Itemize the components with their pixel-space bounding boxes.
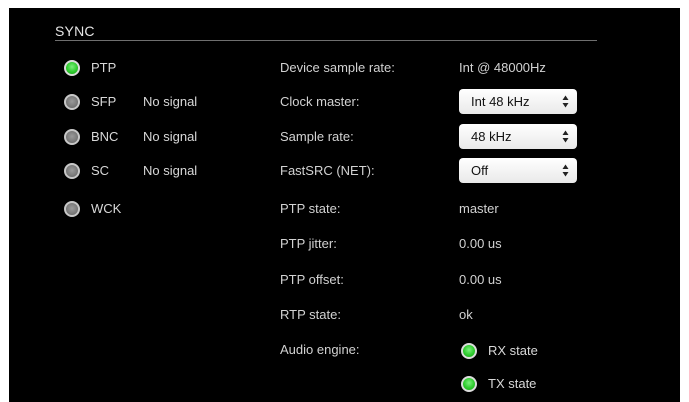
sample-rate-label: Sample rate: (280, 129, 354, 144)
fastsrc-select[interactable]: Off (459, 158, 577, 183)
device-sample-rate-value: Int @ 48000Hz (459, 60, 546, 75)
ptp-jitter-label: PTP jitter: (280, 236, 337, 251)
source-sfp-status: No signal (143, 94, 198, 109)
rx-state-indicator-icon (461, 343, 477, 359)
sample-rate-select-value: 48 kHz (471, 129, 512, 144)
source-sc-status: No signal (143, 163, 198, 178)
ptp-offset-label: PTP offset: (280, 272, 344, 287)
clock-master-label: Clock master: (280, 94, 360, 109)
source-sc-label[interactable]: SC (91, 163, 109, 178)
device-sample-rate-label: Device sample rate: (280, 60, 395, 75)
select-arrows-icon (562, 130, 569, 143)
section-title: SYNC (55, 23, 95, 39)
source-bnc-radio-icon[interactable] (64, 129, 80, 145)
rx-state-label: RX state (488, 343, 538, 358)
tx-state-label: TX state (488, 376, 537, 391)
source-sfp-radio-icon[interactable] (64, 94, 80, 110)
rtp-state-label: RTP state: (280, 307, 341, 322)
source-ptp-label[interactable]: PTP (91, 60, 116, 75)
source-bnc-label[interactable]: BNC (91, 129, 118, 144)
ptp-jitter-value: 0.00 us (459, 236, 502, 251)
fastsrc-select-value: Off (471, 163, 489, 178)
fastsrc-label: FastSRC (NET): (280, 163, 375, 178)
source-sfp-label[interactable]: SFP (91, 94, 116, 109)
audio-engine-label: Audio engine: (280, 342, 360, 357)
rtp-state-value: ok (459, 307, 473, 322)
tx-state-indicator-icon (461, 376, 477, 392)
source-sc-radio-icon[interactable] (64, 163, 80, 179)
clock-master-select-value: Int 48 kHz (471, 94, 530, 109)
source-wck-radio-icon[interactable] (64, 201, 80, 217)
source-bnc-status: No signal (143, 129, 198, 144)
ptp-state-value: master (459, 201, 499, 216)
clock-master-select[interactable]: Int 48 kHz (459, 89, 577, 114)
source-wck-label[interactable]: WCK (91, 201, 121, 216)
sync-panel: SYNC PTP SFP No signal BNC No signal SC … (9, 8, 680, 402)
sample-rate-select[interactable]: 48 kHz (459, 124, 577, 149)
select-arrows-icon (562, 95, 569, 108)
source-ptp-radio-icon[interactable] (64, 60, 80, 76)
select-arrows-icon (562, 164, 569, 177)
section-divider (55, 40, 597, 41)
ptp-state-label: PTP state: (280, 201, 341, 216)
ptp-offset-value: 0.00 us (459, 272, 502, 287)
